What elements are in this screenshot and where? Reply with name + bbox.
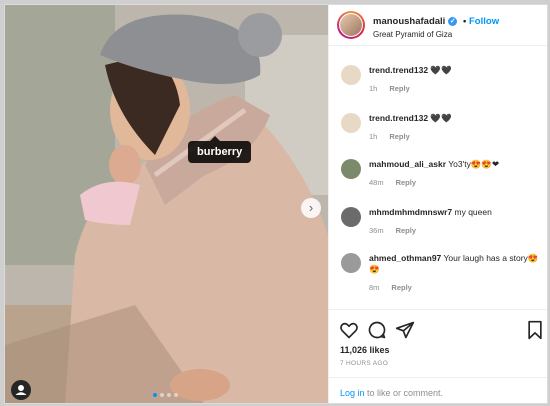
author-username[interactable]: manoushafadali [373, 16, 445, 27]
comment-text: my queen [454, 207, 492, 217]
verified-icon: ✓ [448, 16, 458, 26]
commenter-avatar[interactable] [341, 113, 361, 133]
carousel-indicator [153, 393, 178, 397]
comment-age: 48m [369, 178, 384, 187]
comment-item: mahmoud_ali_askr Yo3'ty😍😍❤ 48m Reply [329, 159, 547, 187]
carousel-dot [153, 393, 157, 397]
comment-text: 🖤🖤 [430, 65, 452, 75]
comment-username[interactable]: trend.trend132 [369, 65, 428, 75]
commenter-avatar[interactable] [341, 65, 361, 85]
post-location[interactable]: Great Pyramid of Giza [373, 30, 452, 39]
carousel-dot [174, 393, 178, 397]
photo-illustration [5, 5, 328, 403]
post-modal: burberry › manoushafadali ✓ • Follow Gre… [4, 4, 548, 404]
comment-username[interactable]: mhmdmhmdmnswr7 [369, 207, 452, 217]
chevron-right-icon: › [308, 200, 314, 215]
reply-button[interactable]: Reply [389, 84, 409, 93]
reply-button[interactable]: Reply [396, 226, 416, 235]
post-header: manoushafadali ✓ • Follow Great Pyramid o… [329, 5, 547, 46]
carousel-dot [167, 393, 171, 397]
tagged-users-button[interactable] [11, 380, 31, 400]
comment-item: trend.trend132 🖤🖤 1h Reply [329, 113, 547, 141]
comment-username[interactable]: mahmoud_ali_askr [369, 159, 446, 169]
carousel-dot [160, 393, 164, 397]
post-actions: 11,026 likes 7 HOURS AGO Log in to like … [329, 309, 547, 403]
follow-button[interactable]: Follow [469, 16, 499, 27]
comment-age: 36m [369, 226, 384, 235]
comment-item: trend.trend132 🖤🖤 1h Reply [329, 65, 547, 93]
heart-icon[interactable] [339, 320, 359, 340]
comment-icon[interactable] [367, 320, 387, 340]
login-prompt: Log in to like or comment. [329, 377, 547, 403]
comment-text: Yo3'ty😍😍❤ [448, 159, 500, 169]
separator: • [462, 16, 467, 27]
like-count[interactable]: 11,026 likes [340, 345, 390, 355]
login-prompt-text: to like or comment. [364, 388, 444, 398]
bookmark-icon[interactable] [525, 320, 545, 340]
commenter-avatar[interactable] [341, 253, 361, 273]
user-tag-icon [15, 385, 27, 395]
comment-age: 1h [369, 132, 378, 141]
comment-username[interactable]: ahmed_othman97 [369, 253, 441, 263]
comment-item: ahmed_othman97 Your laugh has a story😍😍 … [329, 253, 547, 292]
post-timestamp[interactable]: 7 HOURS AGO [340, 360, 388, 367]
share-icon[interactable] [395, 320, 415, 340]
comment-age: 1h [369, 84, 378, 93]
reply-button[interactable]: Reply [389, 132, 409, 141]
login-link[interactable]: Log in [340, 388, 365, 398]
next-photo-button[interactable]: › [301, 198, 321, 218]
post-side-panel: manoushafadali ✓ • Follow Great Pyramid o… [328, 5, 547, 403]
comment-username[interactable]: trend.trend132 [369, 113, 428, 123]
author-avatar[interactable] [337, 11, 365, 39]
commenter-avatar[interactable] [341, 159, 361, 179]
comment-text: 🖤🖤 [430, 113, 452, 123]
comment-item: mhmdmhmdmnswr7 my queen 36m Reply [329, 207, 547, 235]
comments-list: trend.trend132 🖤🖤 1h Reply trend.trend132… [329, 47, 547, 307]
post-photo[interactable]: burberry › [5, 5, 328, 403]
reply-button[interactable]: Reply [396, 178, 416, 187]
reply-button[interactable]: Reply [391, 283, 411, 292]
commenter-avatar[interactable] [341, 207, 361, 227]
comment-age: 8m [369, 283, 380, 292]
product-tag[interactable]: burberry [188, 136, 252, 163]
